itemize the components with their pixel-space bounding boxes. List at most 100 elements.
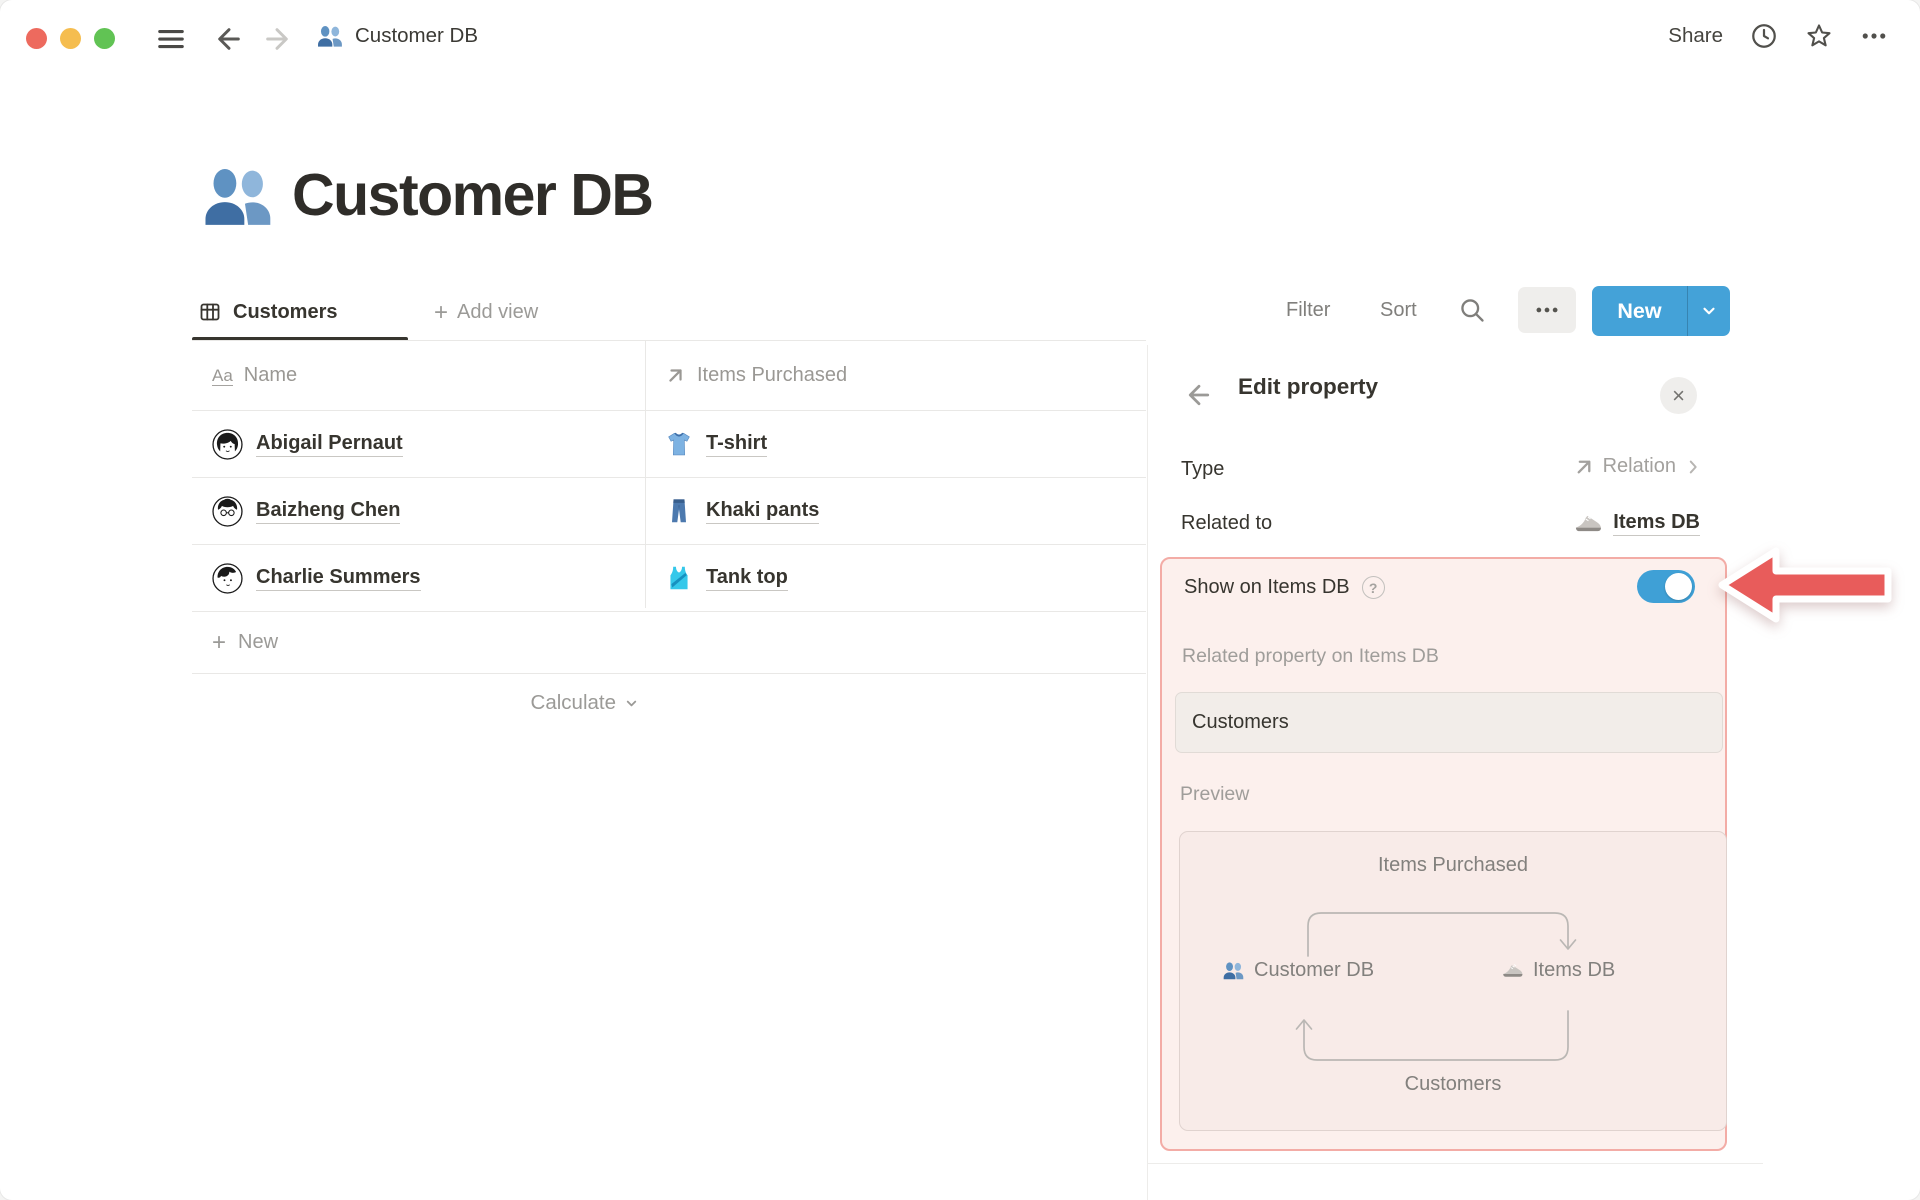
preview-customer-db-label: Customer DB xyxy=(1254,959,1375,981)
relation-link[interactable]: Khaki pants xyxy=(706,499,820,524)
table-row: Baizheng Chen Khaki pants xyxy=(192,478,1146,545)
star-icon[interactable] xyxy=(1805,22,1833,50)
customers-table: Aa Name Items Purchased Abigail Pernaut … xyxy=(192,341,1146,715)
breadcrumb-label: Customer DB xyxy=(355,24,479,47)
calculate-row: Calculate xyxy=(192,691,645,715)
type-value-label: Relation xyxy=(1602,455,1676,477)
avatar xyxy=(212,428,243,460)
tshirt-icon xyxy=(665,430,693,458)
related-to-label: Related to xyxy=(1181,512,1273,534)
table-row: Abigail Pernaut T-shirt xyxy=(192,411,1146,478)
table-header-row: Aa Name Items Purchased xyxy=(192,341,1146,411)
preview-label: Preview xyxy=(1180,783,1250,805)
ellipsis-icon[interactable] xyxy=(1860,22,1888,50)
name-cell[interactable]: Baizheng Chen xyxy=(192,478,645,544)
calculate-label: Calculate xyxy=(530,691,616,714)
minimize-window-button[interactable] xyxy=(60,28,81,49)
relation-arrow-icon xyxy=(1573,456,1595,478)
toggle-knob xyxy=(1665,573,1692,600)
table-row: Charlie Summers Tank top xyxy=(192,545,1146,612)
column-header-label: Name xyxy=(243,364,298,386)
items-purchased-cell[interactable]: Khaki pants xyxy=(645,478,1146,544)
new-button-label[interactable]: New xyxy=(1592,286,1687,336)
tab-customers[interactable]: Customers xyxy=(198,300,337,324)
back-icon[interactable] xyxy=(213,23,245,55)
type-label: Type xyxy=(1181,458,1225,480)
relation-link[interactable]: Tank top xyxy=(706,566,788,591)
avatar xyxy=(212,495,243,527)
close-window-button[interactable] xyxy=(26,28,47,49)
tab-label: Customers xyxy=(233,300,338,323)
plus-icon: + xyxy=(434,298,449,326)
text-type-icon: Aa xyxy=(212,366,233,386)
menu-icon[interactable] xyxy=(155,24,187,54)
type-value[interactable]: Relation xyxy=(1573,455,1702,478)
calculate-button[interactable]: Calculate xyxy=(531,691,639,715)
show-on-items-db-toggle[interactable] xyxy=(1637,570,1695,603)
topbar-actions: Share xyxy=(1668,22,1888,50)
show-on-items-db-section: Show on Items DB ? Related property on I… xyxy=(1160,557,1727,1151)
column-header-label: Items Purchased xyxy=(697,364,848,386)
name-cell[interactable]: Charlie Summers xyxy=(192,545,645,611)
column-header-name[interactable]: Aa Name xyxy=(192,341,645,410)
sort-button[interactable]: Sort xyxy=(1380,299,1417,322)
zoom-window-button[interactable] xyxy=(94,28,115,49)
panel-bottom-divider xyxy=(1147,1163,1763,1164)
back-icon[interactable] xyxy=(1184,380,1214,410)
arrow-left-red-annotation xyxy=(1712,542,1902,628)
column-divider xyxy=(645,341,646,608)
avatar xyxy=(212,562,243,594)
name-cell[interactable]: Abigail Pernaut xyxy=(192,411,645,477)
chevron-down-icon xyxy=(624,696,639,711)
share-button[interactable]: Share xyxy=(1668,24,1723,48)
page-title: Customer DB xyxy=(292,162,654,228)
show-on-items-db-label: Show on Items DB xyxy=(1184,576,1350,598)
page-link[interactable]: Charlie Summers xyxy=(256,566,421,591)
add-view-button[interactable]: + Add view xyxy=(434,298,539,326)
new-button[interactable]: New xyxy=(1592,286,1730,336)
preview-items-db-label: Items DB xyxy=(1533,959,1616,981)
preview-box: Items Purchased Customer DB Items DB Cus… xyxy=(1179,831,1727,1131)
table-view-icon xyxy=(198,300,222,324)
related-property-input[interactable] xyxy=(1175,692,1723,753)
jeans-icon xyxy=(665,497,693,525)
sneaker-icon xyxy=(1501,959,1524,982)
add-view-label: Add view xyxy=(457,301,539,323)
column-header-items-purchased[interactable]: Items Purchased xyxy=(645,341,1146,410)
preview-bottom-property: Customers xyxy=(1404,1073,1502,1095)
new-row-label: New xyxy=(238,631,279,653)
chevron-down-icon[interactable] xyxy=(1688,286,1730,336)
show-on-items-db-row: Show on Items DB ? xyxy=(1184,576,1385,599)
window-controls xyxy=(26,28,115,49)
preview-items-db: Items DB xyxy=(1501,959,1615,982)
notion-window: Customer DB Share Customer DB Customers … xyxy=(0,0,1920,1200)
search-icon[interactable] xyxy=(1458,296,1486,324)
sneaker-icon xyxy=(1573,508,1603,538)
more-options-button[interactable] xyxy=(1518,287,1576,333)
forward-icon xyxy=(261,23,293,55)
close-icon[interactable]: × xyxy=(1660,377,1697,414)
relation-arrow-icon xyxy=(665,365,686,386)
preview-customer-db: Customer DB xyxy=(1222,959,1374,982)
people-icon xyxy=(316,22,344,50)
items-purchased-cell[interactable]: T-shirt xyxy=(645,411,1146,477)
preview-top-property: Items Purchased xyxy=(1377,854,1529,876)
chevron-right-icon xyxy=(1684,458,1702,476)
question-icon[interactable]: ? xyxy=(1361,576,1385,599)
panel-title: Edit property xyxy=(1238,374,1379,399)
plus-icon: + xyxy=(212,628,227,656)
new-row-button[interactable]: + New xyxy=(192,612,1146,674)
page-link[interactable]: Baizheng Chen xyxy=(256,499,401,524)
page-link[interactable]: Abigail Pernaut xyxy=(256,432,403,457)
people-icon xyxy=(1222,959,1245,982)
filter-button[interactable]: Filter xyxy=(1286,299,1330,322)
relation-link[interactable]: T-shirt xyxy=(706,432,768,457)
breadcrumb[interactable]: Customer DB xyxy=(316,22,478,50)
related-to-value[interactable]: Items DB xyxy=(1573,508,1700,538)
related-db-link[interactable]: Items DB xyxy=(1613,511,1700,536)
items-purchased-cell[interactable]: Tank top xyxy=(645,545,1146,611)
clock-icon[interactable] xyxy=(1750,22,1778,50)
panel-divider xyxy=(1147,345,1148,1200)
more-options-icon xyxy=(1534,297,1560,323)
people-icon[interactable] xyxy=(200,158,276,234)
